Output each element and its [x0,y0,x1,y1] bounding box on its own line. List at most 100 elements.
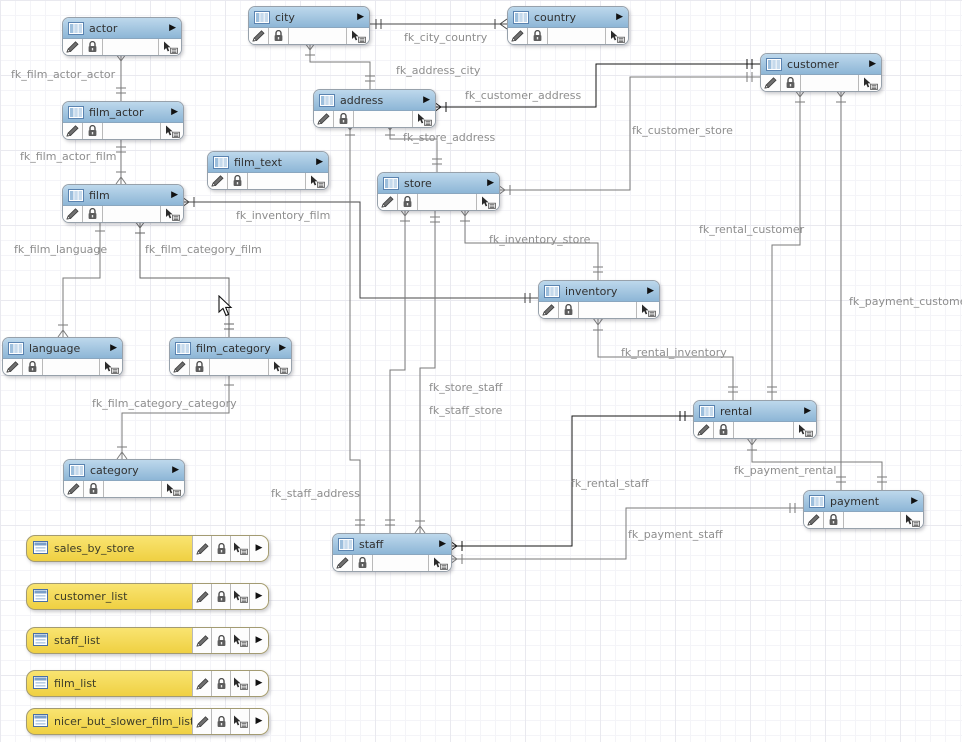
lock-button[interactable] [211,628,230,653]
expand-triangle-icon[interactable]: ▶ [169,24,176,33]
edit-pencil-button[interactable] [64,481,84,497]
table-node-film_text[interactable]: film_text▶ [207,151,329,190]
table-header[interactable]: store▶ [378,173,499,194]
table-header[interactable]: staff▶ [333,534,451,555]
edit-pencil-button[interactable] [804,512,824,528]
relationship-line-fk_staff_address[interactable] [350,123,360,533]
relationship-line-fk_address_city[interactable] [310,43,370,89]
relationship-line-fk_film_category_category[interactable] [122,375,229,459]
lock-button[interactable] [83,39,103,55]
context-menu-button[interactable] [269,359,291,375]
expand-triangle-icon[interactable]: ▶ [172,466,179,475]
table-header[interactable]: inventory▶ [539,281,659,302]
table-node-film_actor[interactable]: film_actor▶ [62,101,184,140]
lock-button[interactable] [190,359,210,375]
context-menu-button[interactable] [306,173,328,189]
expand-triangle-icon[interactable]: ▶ [804,407,811,416]
context-menu-button[interactable] [161,123,183,139]
edit-pencil-button[interactable] [694,422,714,438]
table-node-address[interactable]: address▶ [313,89,436,128]
lock-button[interactable] [559,302,579,318]
relationship-line-fk_rental_customer[interactable] [772,90,800,400]
table-node-country[interactable]: country▶ [507,6,629,45]
edit-pencil-button[interactable] [63,39,83,55]
lock-button[interactable] [528,28,548,44]
context-menu-button[interactable] [637,302,659,318]
table-header[interactable]: category▶ [64,460,184,481]
table-header[interactable]: film_category▶ [170,338,291,359]
context-menu-button[interactable] [100,359,122,375]
table-node-film[interactable]: film▶ [62,184,184,223]
context-menu-button[interactable] [794,422,816,438]
lock-button[interactable] [211,709,230,734]
expand-triangle-icon[interactable]: ▶ [110,344,117,353]
lock-button[interactable] [23,359,43,375]
table-header[interactable]: rental▶ [694,401,816,422]
lock-button[interactable] [83,206,103,222]
expand-triangle-icon[interactable]: ▶ [647,287,654,296]
table-header[interactable]: film_actor▶ [63,102,183,123]
table-header[interactable]: city▶ [249,7,369,28]
lock-button[interactable] [84,481,104,497]
table-header[interactable]: language▶ [3,338,122,359]
table-node-store[interactable]: store▶ [377,172,500,211]
expand-triangle-icon[interactable]: ▶ [249,671,268,696]
expand-triangle-icon[interactable]: ▶ [357,13,364,22]
table-node-city[interactable]: city▶ [248,6,370,45]
edit-pencil-button[interactable] [761,75,781,91]
lock-button[interactable] [398,194,418,210]
table-node-language[interactable]: language▶ [2,337,123,376]
relationship-line-fk_rental_inventory[interactable] [598,318,733,400]
context-menu-button[interactable] [162,481,184,497]
expand-triangle-icon[interactable]: ▶ [316,158,323,167]
expand-triangle-icon[interactable]: ▶ [249,584,268,609]
expand-triangle-icon[interactable]: ▶ [869,60,876,69]
table-header[interactable]: film▶ [63,185,183,206]
edit-pencil-button[interactable] [333,555,353,571]
edit-pencil-button[interactable] [539,302,559,318]
edit-pencil-button[interactable] [314,111,334,127]
lock-button[interactable] [824,512,844,528]
context-menu-button[interactable] [230,536,249,561]
table-header[interactable]: film_text▶ [208,152,328,173]
lock-button[interactable] [83,123,103,139]
context-menu-button[interactable] [230,584,249,609]
edit-pencil-button[interactable] [192,709,211,734]
relationship-line-fk_staff_store[interactable] [420,209,435,533]
table-header[interactable]: address▶ [314,90,435,111]
expand-triangle-icon[interactable]: ▶ [171,191,178,200]
relationship-line-fk_store_staff[interactable] [390,209,405,533]
table-header[interactable]: actor▶ [63,18,181,39]
lock-button[interactable] [211,671,230,696]
lock-button[interactable] [781,75,801,91]
lock-button[interactable] [269,28,289,44]
lock-button[interactable] [211,536,230,561]
view-node-customer_list[interactable]: customer_list▶ [26,583,269,610]
lock-button[interactable] [211,584,230,609]
expand-triangle-icon[interactable]: ▶ [911,497,918,506]
table-header[interactable]: payment▶ [804,491,923,512]
lock-button[interactable] [334,111,354,127]
table-node-staff[interactable]: staff▶ [332,533,452,572]
expand-triangle-icon[interactable]: ▶ [249,536,268,561]
view-node-film_list[interactable]: film_list▶ [26,670,269,697]
table-node-rental[interactable]: rental▶ [693,400,817,439]
table-node-inventory[interactable]: inventory▶ [538,280,660,319]
context-menu-button[interactable] [413,111,435,127]
table-header[interactable]: country▶ [508,7,628,28]
edit-pencil-button[interactable] [249,28,269,44]
expand-triangle-icon[interactable]: ▶ [616,13,623,22]
table-node-actor[interactable]: actor▶ [62,17,182,56]
table-node-category[interactable]: category▶ [63,459,185,498]
table-node-film_category[interactable]: film_category▶ [169,337,292,376]
edit-pencil-button[interactable] [192,628,211,653]
edit-pencil-button[interactable] [192,671,211,696]
context-menu-button[interactable] [230,709,249,734]
expand-triangle-icon[interactable]: ▶ [439,540,446,549]
edit-pencil-button[interactable] [63,206,83,222]
edit-pencil-button[interactable] [508,28,528,44]
relationship-line-fk_film_language[interactable] [63,221,100,337]
expand-triangle-icon[interactable]: ▶ [487,179,494,188]
edit-pencil-button[interactable] [378,194,398,210]
context-menu-button[interactable] [429,555,451,571]
